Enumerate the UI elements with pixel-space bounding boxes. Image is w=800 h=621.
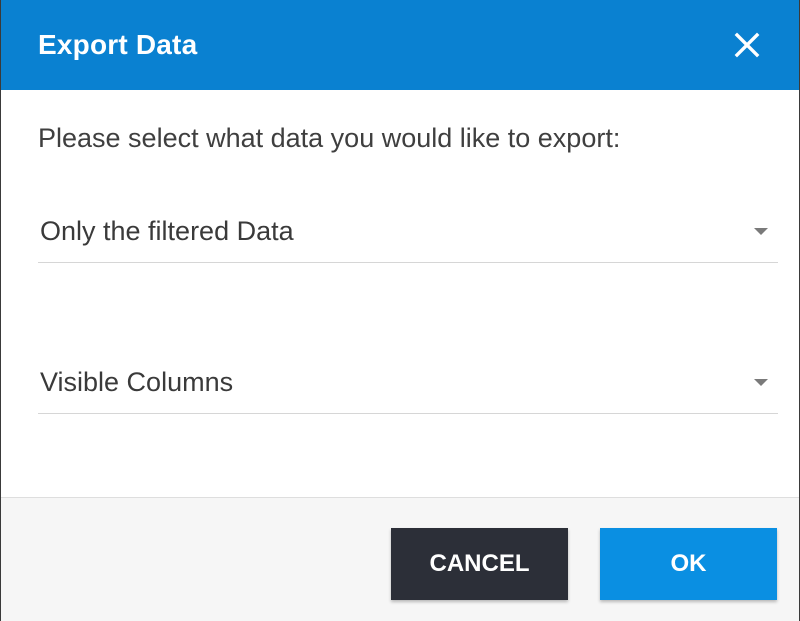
cancel-button[interactable]: CANCEL xyxy=(391,528,568,600)
columns-value: Visible Columns xyxy=(40,367,234,397)
data-scope-value: Only the filtered Data xyxy=(40,216,294,246)
data-scope-select[interactable]: Only the filtered Data xyxy=(38,201,778,263)
close-icon xyxy=(734,32,760,58)
columns-select[interactable]: Visible Columns xyxy=(38,352,778,414)
dialog-header: Export Data xyxy=(1,0,799,90)
export-prompt: Please select what data you would like t… xyxy=(38,123,621,153)
close-button[interactable] xyxy=(727,25,767,65)
dialog-title: Export Data xyxy=(38,29,198,60)
ok-button[interactable]: OK xyxy=(600,528,777,600)
export-data-dialog: Export Data Please select what data you … xyxy=(0,0,800,621)
caret-down-icon xyxy=(754,379,768,386)
dialog-footer: CANCEL OK xyxy=(1,497,799,621)
caret-down-icon xyxy=(754,228,768,235)
